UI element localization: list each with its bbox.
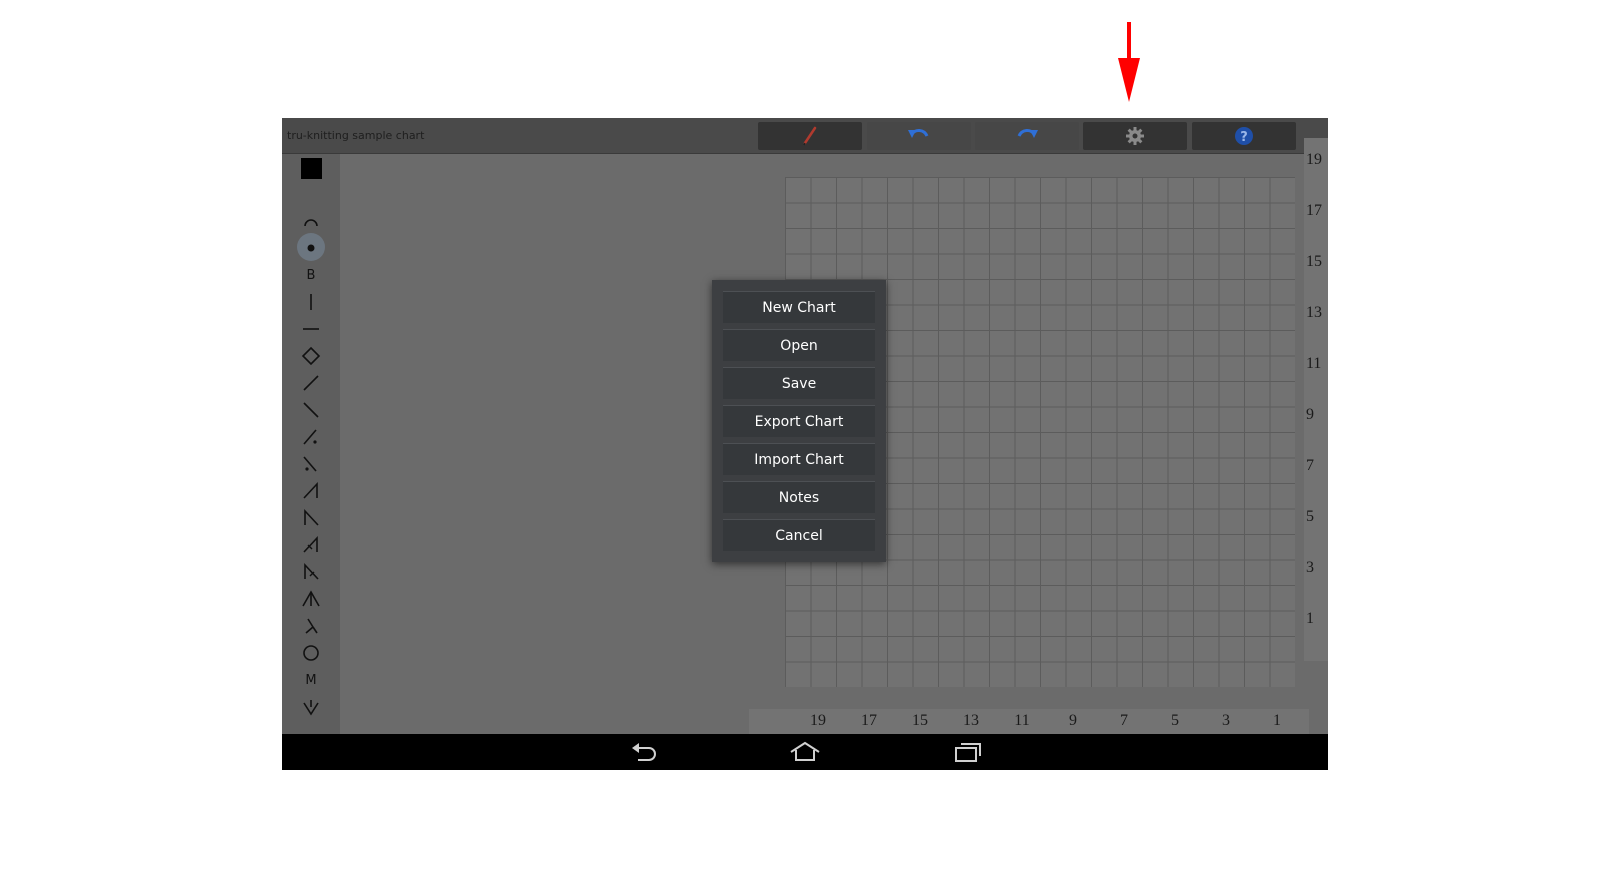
open-menu-item[interactable]: Open [723,329,875,361]
column-number: 3 [1222,712,1230,729]
dot-icon [307,244,315,252]
left-decrease-icon [304,508,319,526]
slash-left-icon [303,402,319,418]
row-number: 19 [1306,151,1322,168]
cancel-menu-item[interactable]: Cancel [723,519,875,551]
row-number: 7 [1306,457,1314,474]
column-number-ruler: 19 17 15 13 11 9 7 5 3 1 [749,709,1309,735]
column-number: 9 [1069,712,1077,729]
row-number: 13 [1306,304,1322,321]
horizontal-line-icon [303,328,319,330]
save-menu-item[interactable]: Save [723,367,875,399]
pencil-icon [803,126,817,146]
left-decrease-bar-tool[interactable] [296,561,326,583]
row-number: 15 [1306,253,1322,270]
undo-icon [908,129,929,138]
undo-button[interactable] [867,122,971,150]
slash-left-dot-tool[interactable] [296,453,326,475]
color-swatch[interactable] [301,158,322,179]
left-decrease-tool[interactable] [296,507,326,529]
diamond-tool[interactable] [296,345,326,367]
slash-right-icon [303,375,319,391]
double-decrease-icon [302,590,320,607]
redo-button[interactable] [975,122,1079,150]
b-tool[interactable]: B [296,264,326,286]
redo-icon [1017,129,1038,138]
system-navigation-bar [282,734,1328,770]
app-title: tru-knitting sample chart [287,129,425,142]
slash-left-tool[interactable] [296,399,326,421]
arc-tool[interactable] [296,210,326,232]
column-number: 11 [1014,712,1030,729]
horizontal-line-tool[interactable] [296,318,326,340]
import-chart-menu-item[interactable]: Import Chart [723,443,875,475]
file-menu-dialog: New Chart Open Save Export Chart Import … [712,280,886,562]
left-decrease-bar-icon [304,562,319,580]
row-number-ruler: 19 17 15 13 11 9 7 5 3 1 [1304,138,1328,661]
diamond-icon [301,346,321,366]
make-one-arrow-icon [303,700,319,716]
slash-right-tool[interactable] [296,372,326,394]
right-decrease-bar-tool[interactable] [296,534,326,556]
row-number: 3 [1306,559,1314,576]
column-number: 17 [861,712,877,729]
new-chart-menu-item[interactable]: New Chart [723,291,875,323]
column-number: 19 [810,712,826,729]
notes-menu-item[interactable]: Notes [723,481,875,513]
m-tool[interactable]: M [296,669,326,691]
inverted-y-icon [305,618,318,634]
right-decrease-tool[interactable] [296,480,326,502]
row-number: 17 [1306,202,1322,219]
recent-apps-icon[interactable] [953,740,983,764]
circle-tool[interactable] [296,642,326,664]
column-number: 15 [912,712,928,729]
make-one-arrow-tool[interactable] [296,696,326,718]
right-decrease-bar-icon [303,535,318,553]
row-number: 5 [1306,508,1314,525]
gear-icon [1126,127,1144,145]
column-number: 5 [1171,712,1179,729]
annotation-arrow-icon [1118,22,1140,102]
slash-right-dot-icon [303,429,317,445]
column-number: 7 [1120,712,1128,729]
b-tool-label: B [306,267,316,283]
column-number: 1 [1273,712,1281,729]
column-number: 13 [963,712,979,729]
stitch-palette: B M [282,154,340,734]
vertical-line-icon [310,294,312,310]
settings-button[interactable] [1083,122,1187,150]
home-icon[interactable] [789,740,821,764]
dot-tool[interactable] [296,233,326,261]
action-bar: tru-knitting sample chart ? [282,118,1328,154]
help-icon: ? [1235,127,1253,145]
vertical-line-tool[interactable] [296,291,326,313]
row-number: 9 [1306,406,1314,423]
help-button[interactable]: ? [1192,122,1296,150]
svg-text:?: ? [1240,130,1248,145]
export-chart-menu-item[interactable]: Export Chart [723,405,875,437]
row-number: 1 [1306,610,1314,627]
right-decrease-icon [303,481,318,499]
circle-icon [303,645,319,661]
slash-left-dot-icon [303,456,317,472]
back-icon[interactable] [629,740,659,764]
arc-icon [304,219,318,227]
row-number: 11 [1306,355,1322,372]
double-decrease-tool[interactable] [296,588,326,610]
tablet-screen: tru-knitting sample chart ? B M 19 17 15… [282,118,1328,770]
slash-right-dot-tool[interactable] [296,426,326,448]
inverted-y-tool[interactable] [296,615,326,637]
pencil-button[interactable] [758,122,862,150]
m-tool-label: M [305,672,317,688]
